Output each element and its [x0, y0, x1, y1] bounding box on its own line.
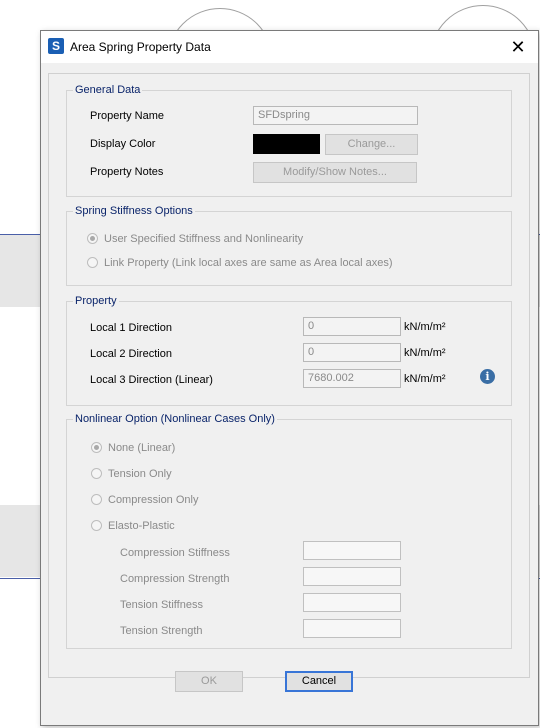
- local-3-direction-label: Local 3 Direction (Linear): [90, 374, 213, 386]
- modify-notes-button[interactable]: Modify/Show Notes...: [253, 162, 417, 183]
- user-specified-radio[interactable]: [87, 233, 98, 244]
- compression-only-radio[interactable]: [91, 494, 102, 505]
- compression-stiffness-field[interactable]: [303, 541, 401, 560]
- none-linear-radio[interactable]: [91, 442, 102, 453]
- nonlinear-option-group: Nonlinear Option (Nonlinear Cases Only) …: [66, 412, 512, 649]
- none-linear-label[interactable]: None (Linear): [108, 441, 175, 455]
- local-2-direction-label: Local 2 Direction: [90, 348, 172, 360]
- compression-strength-field[interactable]: [303, 567, 401, 586]
- tension-strength-label: Tension Strength: [120, 625, 203, 637]
- tension-stiffness-label: Tension Stiffness: [120, 599, 203, 611]
- local-3-direction-unit: kN/m/m²: [404, 373, 446, 385]
- property-group: Property Local 1 Direction 0 kN/m/m² Loc…: [66, 294, 512, 406]
- property-name-label: Property Name: [90, 110, 164, 122]
- cancel-button[interactable]: Cancel: [285, 671, 353, 692]
- local-1-direction-field[interactable]: 0: [303, 317, 401, 336]
- local-2-direction-field[interactable]: 0: [303, 343, 401, 362]
- property-notes-label: Property Notes: [90, 166, 164, 178]
- display-color-label: Display Color: [90, 138, 156, 150]
- nonlinear-option-title: Nonlinear Option (Nonlinear Cases Only): [73, 412, 277, 426]
- main-panel: General Data Property Name SFDspring Dis…: [48, 73, 530, 678]
- spring-stiffness-group: Spring Stiffness Options User Specified …: [66, 204, 512, 286]
- dialog-title: Area Spring Property Data: [70, 40, 211, 54]
- property-name-field[interactable]: SFDspring: [253, 106, 418, 125]
- general-data-group: General Data Property Name SFDspring Dis…: [66, 83, 512, 197]
- local-2-direction-unit: kN/m/m²: [404, 347, 446, 359]
- compression-only-label[interactable]: Compression Only: [108, 493, 198, 507]
- elasto-plastic-label[interactable]: Elasto-Plastic: [108, 519, 175, 533]
- local-1-direction-label: Local 1 Direction: [90, 322, 172, 334]
- tension-strength-field[interactable]: [303, 619, 401, 638]
- spring-stiffness-title: Spring Stiffness Options: [73, 204, 195, 218]
- change-color-button[interactable]: Change...: [325, 134, 418, 155]
- elasto-plastic-radio[interactable]: [91, 520, 102, 531]
- info-icon[interactable]: i: [480, 369, 495, 384]
- tension-stiffness-field[interactable]: [303, 593, 401, 612]
- area-spring-property-dialog: S Area Spring Property Data ✕ General Da…: [40, 30, 539, 726]
- title-bar: S Area Spring Property Data ✕: [41, 31, 538, 63]
- display-color-swatch: [253, 134, 320, 154]
- general-data-title: General Data: [73, 83, 143, 97]
- tension-only-label[interactable]: Tension Only: [108, 467, 172, 481]
- tension-only-radio[interactable]: [91, 468, 102, 479]
- link-property-label[interactable]: Link Property (Link local axes are same …: [104, 256, 393, 270]
- user-specified-label[interactable]: User Specified Stiffness and Nonlinearit…: [104, 232, 303, 246]
- local-1-direction-unit: kN/m/m²: [404, 321, 446, 333]
- link-property-radio[interactable]: [87, 257, 98, 268]
- local-3-direction-field[interactable]: 7680.002: [303, 369, 401, 388]
- ok-button[interactable]: OK: [175, 671, 243, 692]
- compression-stiffness-label: Compression Stiffness: [120, 547, 230, 559]
- close-button[interactable]: ✕: [498, 31, 538, 63]
- property-title: Property: [73, 294, 119, 308]
- app-logo-icon: S: [48, 38, 64, 54]
- compression-strength-label: Compression Strength: [120, 573, 230, 585]
